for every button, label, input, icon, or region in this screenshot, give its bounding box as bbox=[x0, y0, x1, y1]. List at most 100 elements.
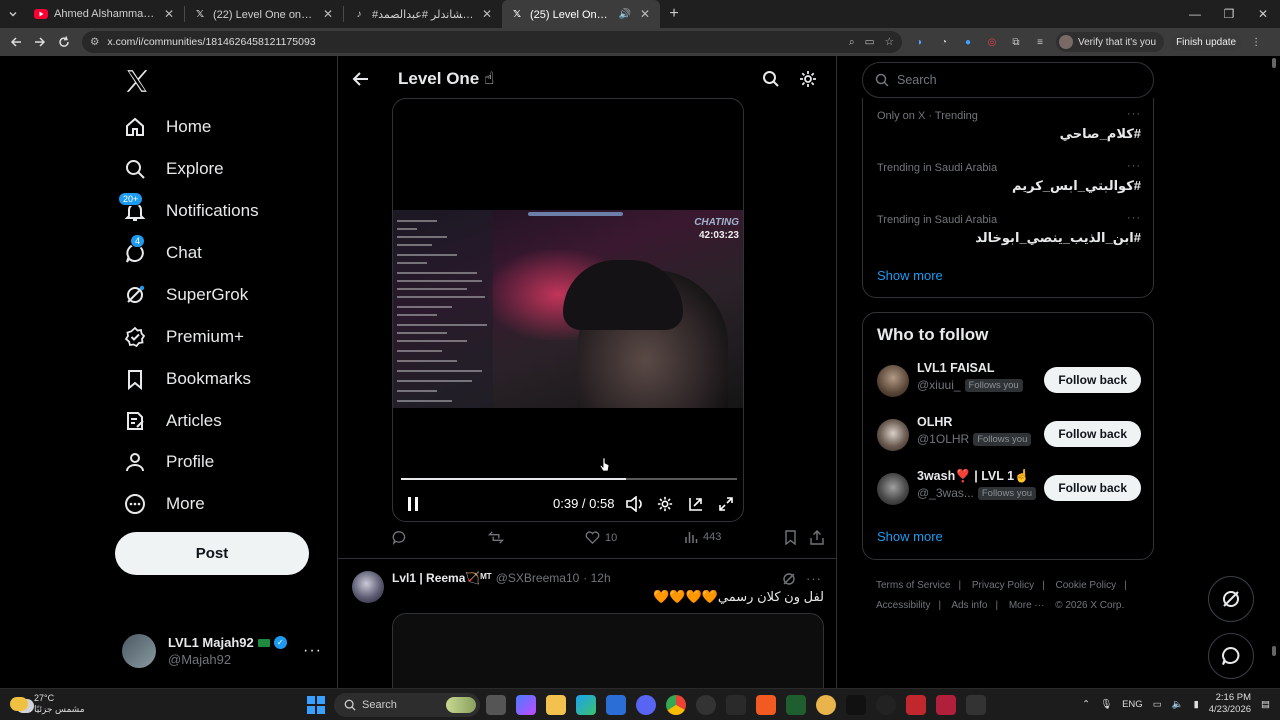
nav-item-bookmarks[interactable]: Bookmarks bbox=[122, 359, 251, 399]
nav-item-explore[interactable]: Explore bbox=[122, 149, 224, 189]
new-tab-button[interactable]: + bbox=[660, 0, 688, 28]
follow-suggestion[interactable]: LVL1 FAISAL @xiuui_ Follows you Follow b… bbox=[877, 361, 1141, 401]
grok-icon[interactable] bbox=[782, 572, 796, 586]
close-icon[interactable]: ✕ bbox=[638, 7, 652, 21]
volume-icon[interactable]: 🔈 bbox=[1172, 699, 1184, 710]
post-author-handle[interactable]: @SXBreema10 bbox=[496, 571, 580, 585]
footer-link-terms[interactable]: Terms of Service bbox=[876, 580, 950, 591]
follow-back-button[interactable]: Follow back bbox=[1044, 475, 1141, 501]
footer-link-cookies[interactable]: Cookie Policy bbox=[1056, 580, 1117, 591]
footer-link-ads-info[interactable]: Ads info bbox=[951, 600, 987, 611]
nav-item-notifications[interactable]: 20+ Notifications bbox=[118, 191, 259, 231]
store-icon[interactable] bbox=[606, 695, 626, 715]
puzzle-icon[interactable]: ⧉ bbox=[1008, 34, 1024, 50]
avatar[interactable] bbox=[877, 365, 909, 397]
reply-button[interactable] bbox=[392, 530, 407, 545]
suggestion-name[interactable]: OLHR bbox=[917, 415, 952, 429]
volume-button[interactable] bbox=[625, 492, 645, 516]
star-icon[interactable]: ☆ bbox=[885, 36, 894, 48]
close-icon[interactable]: ✕ bbox=[321, 7, 335, 21]
profile-button[interactable]: Verify that it's you bbox=[1056, 32, 1165, 52]
footer-link-more[interactable]: More ··· bbox=[1009, 600, 1045, 611]
network-icon[interactable]: ▭ bbox=[1153, 699, 1162, 710]
copilot-icon[interactable] bbox=[516, 695, 536, 715]
footer-link-accessibility[interactable]: Accessibility bbox=[876, 600, 930, 611]
tab-list-icon[interactable]: ≡ bbox=[1032, 34, 1048, 50]
extension-icon[interactable]: ◗ bbox=[912, 34, 928, 50]
follow-suggestion[interactable]: 3wash❣️ | LVL 1☝️ @_3was... Follows you … bbox=[877, 469, 1141, 509]
reload-button[interactable] bbox=[52, 28, 76, 56]
nav-item-articles[interactable]: Articles bbox=[122, 401, 222, 441]
app-icon[interactable] bbox=[876, 695, 896, 715]
app-icon[interactable] bbox=[726, 695, 746, 715]
extension-icon[interactable]: ◔ bbox=[936, 34, 952, 50]
capcut-icon[interactable] bbox=[966, 695, 986, 715]
follow-back-button[interactable]: Follow back bbox=[1044, 367, 1141, 393]
post-time[interactable]: · 12h bbox=[583, 571, 610, 585]
windows-start-icon[interactable] bbox=[307, 696, 325, 714]
language-indicator[interactable]: ENG bbox=[1122, 699, 1143, 710]
arrow-left-icon[interactable] bbox=[352, 70, 370, 88]
trend-item[interactable]: Only on X · Trending #كلام_صاحي ··· bbox=[877, 108, 1141, 142]
avatar[interactable] bbox=[877, 473, 909, 505]
maximize-icon[interactable]: ❐ bbox=[1212, 0, 1246, 28]
notification-center-icon[interactable]: ▤ bbox=[1261, 699, 1270, 710]
trends-show-more-link[interactable]: Show more bbox=[877, 268, 943, 283]
extension-icon[interactable]: ● bbox=[960, 34, 976, 50]
discord-icon[interactable] bbox=[636, 695, 656, 715]
follow-suggestion[interactable]: OLHR @1OLHR Follows you Follow back bbox=[877, 415, 1141, 455]
trend-item[interactable]: Trending in Saudi Arabia #ابن_الذيب_ينصي… bbox=[877, 212, 1141, 246]
weather-widget[interactable]: 27°C مشمس جزئيًا bbox=[10, 693, 85, 715]
taskbar-search[interactable]: Search bbox=[334, 693, 480, 717]
chevron-up-icon[interactable]: ⌃ bbox=[1082, 699, 1090, 710]
cast-icon[interactable]: ▭ bbox=[865, 36, 875, 48]
browser-tab-youtube[interactable]: Ahmed Alshammari - YouTube ✕ bbox=[26, 0, 184, 28]
zoom-icon[interactable]: ⌕ bbox=[849, 36, 855, 49]
more-horizontal-icon[interactable]: ··· bbox=[1127, 212, 1141, 224]
more-horizontal-icon[interactable]: ··· bbox=[806, 571, 822, 586]
close-icon[interactable]: ✕ bbox=[480, 7, 494, 21]
fullscreen-button[interactable] bbox=[716, 492, 736, 516]
pause-button[interactable] bbox=[403, 492, 423, 516]
brave-icon[interactable] bbox=[756, 695, 776, 715]
nav-item-supergrok[interactable]: SuperGrok bbox=[122, 275, 248, 315]
more-horizontal-icon[interactable]: ··· bbox=[303, 642, 322, 660]
address-bar[interactable]: ⚙ x.com/i/communities/181462645812117509… bbox=[82, 31, 902, 53]
tiktok-icon[interactable] bbox=[846, 695, 866, 715]
battery-icon[interactable]: ▮ bbox=[1194, 699, 1199, 710]
task-view-icon[interactable] bbox=[486, 695, 506, 715]
gear-icon[interactable] bbox=[799, 70, 817, 88]
tab-search-button[interactable] bbox=[0, 0, 26, 28]
messages-fab-button[interactable] bbox=[1208, 633, 1254, 679]
browser-tab-x-post[interactable]: 𝕏 (22) Level One on X: "الهدف أكبر" ✕ bbox=[185, 0, 343, 28]
post-media[interactable] bbox=[392, 613, 824, 688]
search-input[interactable]: Search bbox=[862, 62, 1154, 98]
file-explorer-icon[interactable] bbox=[546, 695, 566, 715]
scrollbar-arrow-down[interactable] bbox=[1272, 646, 1276, 656]
repost-button[interactable] bbox=[488, 530, 504, 545]
close-icon[interactable]: ✕ bbox=[162, 7, 176, 21]
follow-show-more-link[interactable]: Show more bbox=[877, 529, 943, 544]
site-info-icon[interactable]: ⚙ bbox=[90, 36, 99, 48]
video-player[interactable]: CHATING 42:03:23 0:39 / 0:58 bbox=[392, 98, 744, 522]
close-window-icon[interactable]: ✕ bbox=[1246, 0, 1280, 28]
timeline-post[interactable]: Lvl1 | Reema🏹ᴹᵀ @SXBreema10 · 12h ··· لف… bbox=[338, 559, 836, 688]
nav-item-chat[interactable]: 4 Chat bbox=[122, 233, 202, 273]
nav-item-more[interactable]: More bbox=[122, 484, 205, 524]
settings-button[interactable] bbox=[655, 492, 675, 516]
nav-item-profile[interactable]: Profile bbox=[122, 442, 214, 482]
trend-item[interactable]: Trending in Saudi Arabia #كوالبتي_ابس_كر… bbox=[877, 160, 1141, 194]
edge-icon[interactable] bbox=[576, 695, 596, 715]
app-badge-icon[interactable] bbox=[816, 695, 836, 715]
browser-tab-community[interactable]: 𝕏 (25) Level One ☝ Community 🔊 ✕ bbox=[502, 0, 660, 28]
x-logo-icon[interactable] bbox=[124, 68, 150, 94]
avatar[interactable] bbox=[352, 571, 384, 603]
finish-update-button[interactable]: Finish update bbox=[1170, 33, 1243, 51]
follow-back-button[interactable]: Follow back bbox=[1044, 421, 1141, 447]
forward-button[interactable] bbox=[28, 28, 52, 56]
video-progress-bar[interactable] bbox=[401, 478, 737, 480]
scrollbar-arrow-up[interactable] bbox=[1272, 58, 1276, 68]
search-icon[interactable] bbox=[762, 70, 780, 88]
suggestion-name[interactable]: LVL1 FAISAL bbox=[917, 361, 995, 375]
extension-icon[interactable]: ◎ bbox=[984, 34, 1000, 50]
